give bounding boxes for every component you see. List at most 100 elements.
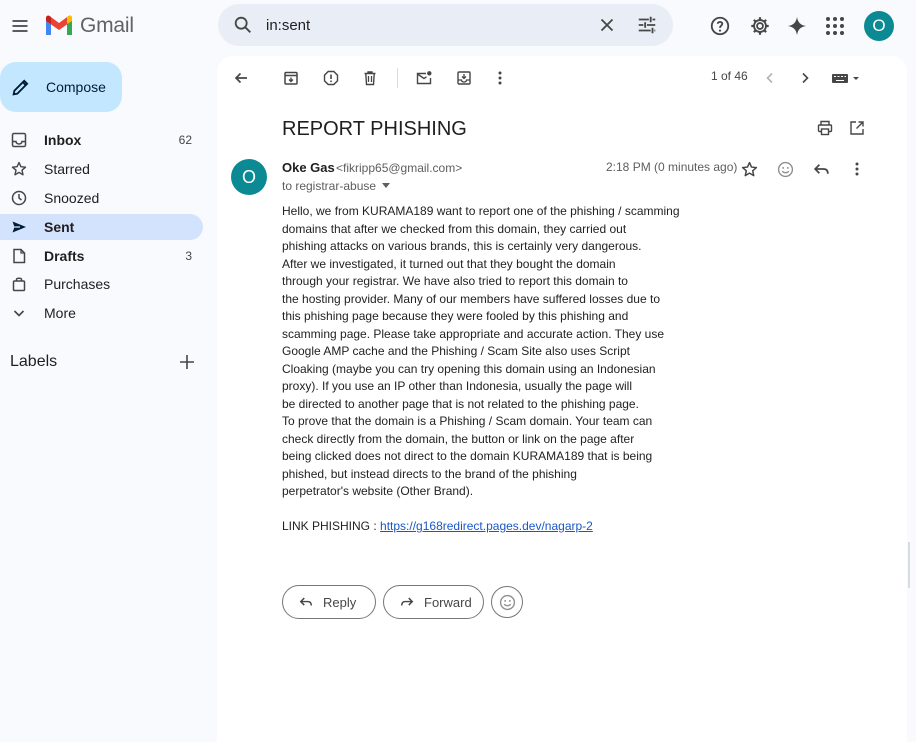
sidebar-item-sent[interactable]: Sent xyxy=(0,214,203,240)
sidebar-item-label: More xyxy=(44,305,76,321)
body-line: Google AMP cache and the Phishing / Scam… xyxy=(282,344,630,358)
sidebar-item-purchases[interactable]: Purchases xyxy=(0,271,203,297)
phishing-link-line: LINK PHISHING : https://g168redirect.pag… xyxy=(282,519,593,533)
body-line: being clicked does not direct to the dom… xyxy=(282,449,653,463)
toolbar-divider xyxy=(397,68,398,88)
sidebar-item-label: Starred xyxy=(44,161,90,177)
reply-icon xyxy=(299,597,312,606)
more-actions-button[interactable] xyxy=(488,66,512,90)
logo-text: Gmail xyxy=(80,14,134,37)
sidebar-item-label: Sent xyxy=(44,219,75,235)
gemini-button[interactable] xyxy=(782,11,812,41)
reply-icon-button[interactable] xyxy=(809,157,833,181)
apps-icon xyxy=(826,17,844,35)
panel-resize-handle[interactable] xyxy=(908,540,916,590)
sender-name[interactable]: Oke Gas xyxy=(282,160,335,175)
emoji-icon xyxy=(777,161,793,177)
report-spam-button[interactable] xyxy=(319,66,343,90)
input-tools-button[interactable] xyxy=(829,66,863,90)
body-line: To prove that the domain is a Phishing /… xyxy=(282,414,653,428)
forward-label: Forward xyxy=(424,594,472,610)
search-icon[interactable] xyxy=(232,14,254,36)
body-line: phishing attacks on various brands, this… xyxy=(282,239,642,253)
open-new-window-button[interactable] xyxy=(845,116,869,140)
sidebar-item-inbox[interactable]: Inbox 62 xyxy=(0,127,203,153)
reply-label: Reply xyxy=(323,594,357,610)
draft-icon xyxy=(13,248,26,264)
message-more-button[interactable] xyxy=(845,157,869,181)
search-input[interactable] xyxy=(266,14,586,36)
gemini-icon xyxy=(787,16,807,36)
sidebar-item-starred[interactable]: Starred xyxy=(0,156,203,182)
reply-button[interactable]: Reply xyxy=(282,585,376,619)
email-timestamp: 2:18 PM (0 minutes ago) xyxy=(606,160,738,174)
account-avatar[interactable]: O xyxy=(864,11,894,41)
body-line: be directed to another page that is not … xyxy=(282,396,639,411)
sidebar-item-more[interactable]: More xyxy=(0,300,203,326)
newer-button[interactable] xyxy=(758,66,782,90)
sidebar-item-label: Inbox xyxy=(44,132,82,148)
body-line: through your registrar. We have also tri… xyxy=(282,274,628,288)
sender-avatar[interactable]: O xyxy=(231,159,267,195)
forward-icon xyxy=(401,597,414,606)
mark-unread-button[interactable] xyxy=(412,66,436,90)
print-button[interactable] xyxy=(813,116,837,140)
gmail-logo[interactable]: Gmail xyxy=(44,12,134,40)
body-line: check directly from the domain, the butt… xyxy=(282,431,635,446)
body-line: scamming page. Please take appropriate a… xyxy=(282,326,665,341)
star-icon xyxy=(11,161,27,176)
move-to-icon xyxy=(457,71,471,85)
sidebar-item-snoozed[interactable]: Snoozed xyxy=(0,185,203,211)
search-options-icon[interactable] xyxy=(636,14,658,36)
archive-button[interactable] xyxy=(279,66,303,90)
older-button[interactable] xyxy=(793,66,817,90)
body-line: the hosting provider. Many of our member… xyxy=(282,291,660,306)
sidebar-item-label: Purchases xyxy=(44,276,111,292)
body-line: proxy). If you use an IP other than Indo… xyxy=(282,379,632,393)
help-button[interactable] xyxy=(705,11,735,41)
recipient-text: to registrar-abuse xyxy=(282,179,377,193)
compose-button[interactable]: Compose xyxy=(0,62,122,112)
bag-icon xyxy=(12,277,26,292)
email-subject: REPORT PHISHING xyxy=(282,118,467,140)
sidebar-item-drafts[interactable]: Drafts 3 xyxy=(0,243,203,269)
unread-count: 62 xyxy=(178,133,192,147)
keyboard-icon xyxy=(832,74,859,83)
send-icon xyxy=(12,221,26,233)
recipients-toggle[interactable]: to registrar-abuse xyxy=(282,179,391,193)
add-label-icon[interactable] xyxy=(178,353,196,371)
sender-email: <fikripp65@gmail.com> xyxy=(336,161,463,175)
print-icon xyxy=(817,120,833,136)
body-line: Hello, we from KURAMA189 want to report … xyxy=(282,204,680,218)
body-line: Cloaking (maybe you can try opening this… xyxy=(282,361,656,376)
chevron-left-icon xyxy=(766,72,773,84)
snooze-button[interactable] xyxy=(452,66,476,90)
emoji-reaction-button[interactable] xyxy=(491,586,523,618)
star-message-button[interactable] xyxy=(737,157,761,181)
back-button[interactable] xyxy=(229,66,253,90)
apps-button[interactable] xyxy=(820,11,850,41)
chevron-down-icon xyxy=(13,310,25,317)
settings-button[interactable] xyxy=(745,11,775,41)
inbox-icon xyxy=(11,132,27,148)
archive-icon xyxy=(284,71,298,85)
add-reaction-button[interactable] xyxy=(773,157,797,181)
phishing-link[interactable]: https://g168redirect.pages.dev/nagarp-2 xyxy=(380,519,593,533)
more-vert-icon xyxy=(855,162,859,176)
pagination-text: 1 of 46 xyxy=(711,69,748,83)
sidebar-item-label: Snoozed xyxy=(44,190,100,206)
search-bar[interactable] xyxy=(218,4,673,46)
email-body: Hello, we from KURAMA189 want to report … xyxy=(282,203,682,501)
clear-search-icon[interactable] xyxy=(596,14,618,36)
body-line: perpetrator's website (Other Brand). xyxy=(282,484,474,498)
compose-label: Compose xyxy=(46,79,106,95)
settings-icon xyxy=(751,17,769,35)
forward-button[interactable]: Forward xyxy=(383,585,484,619)
main-menu-button[interactable] xyxy=(4,10,36,42)
draft-count: 3 xyxy=(185,249,192,263)
delete-button[interactable] xyxy=(358,66,382,90)
reply-icon xyxy=(813,163,829,174)
sidebar-item-label: Drafts xyxy=(44,248,85,264)
body-line: this phishing page because they were foo… xyxy=(282,309,629,323)
gmail-m-icon xyxy=(46,15,72,35)
